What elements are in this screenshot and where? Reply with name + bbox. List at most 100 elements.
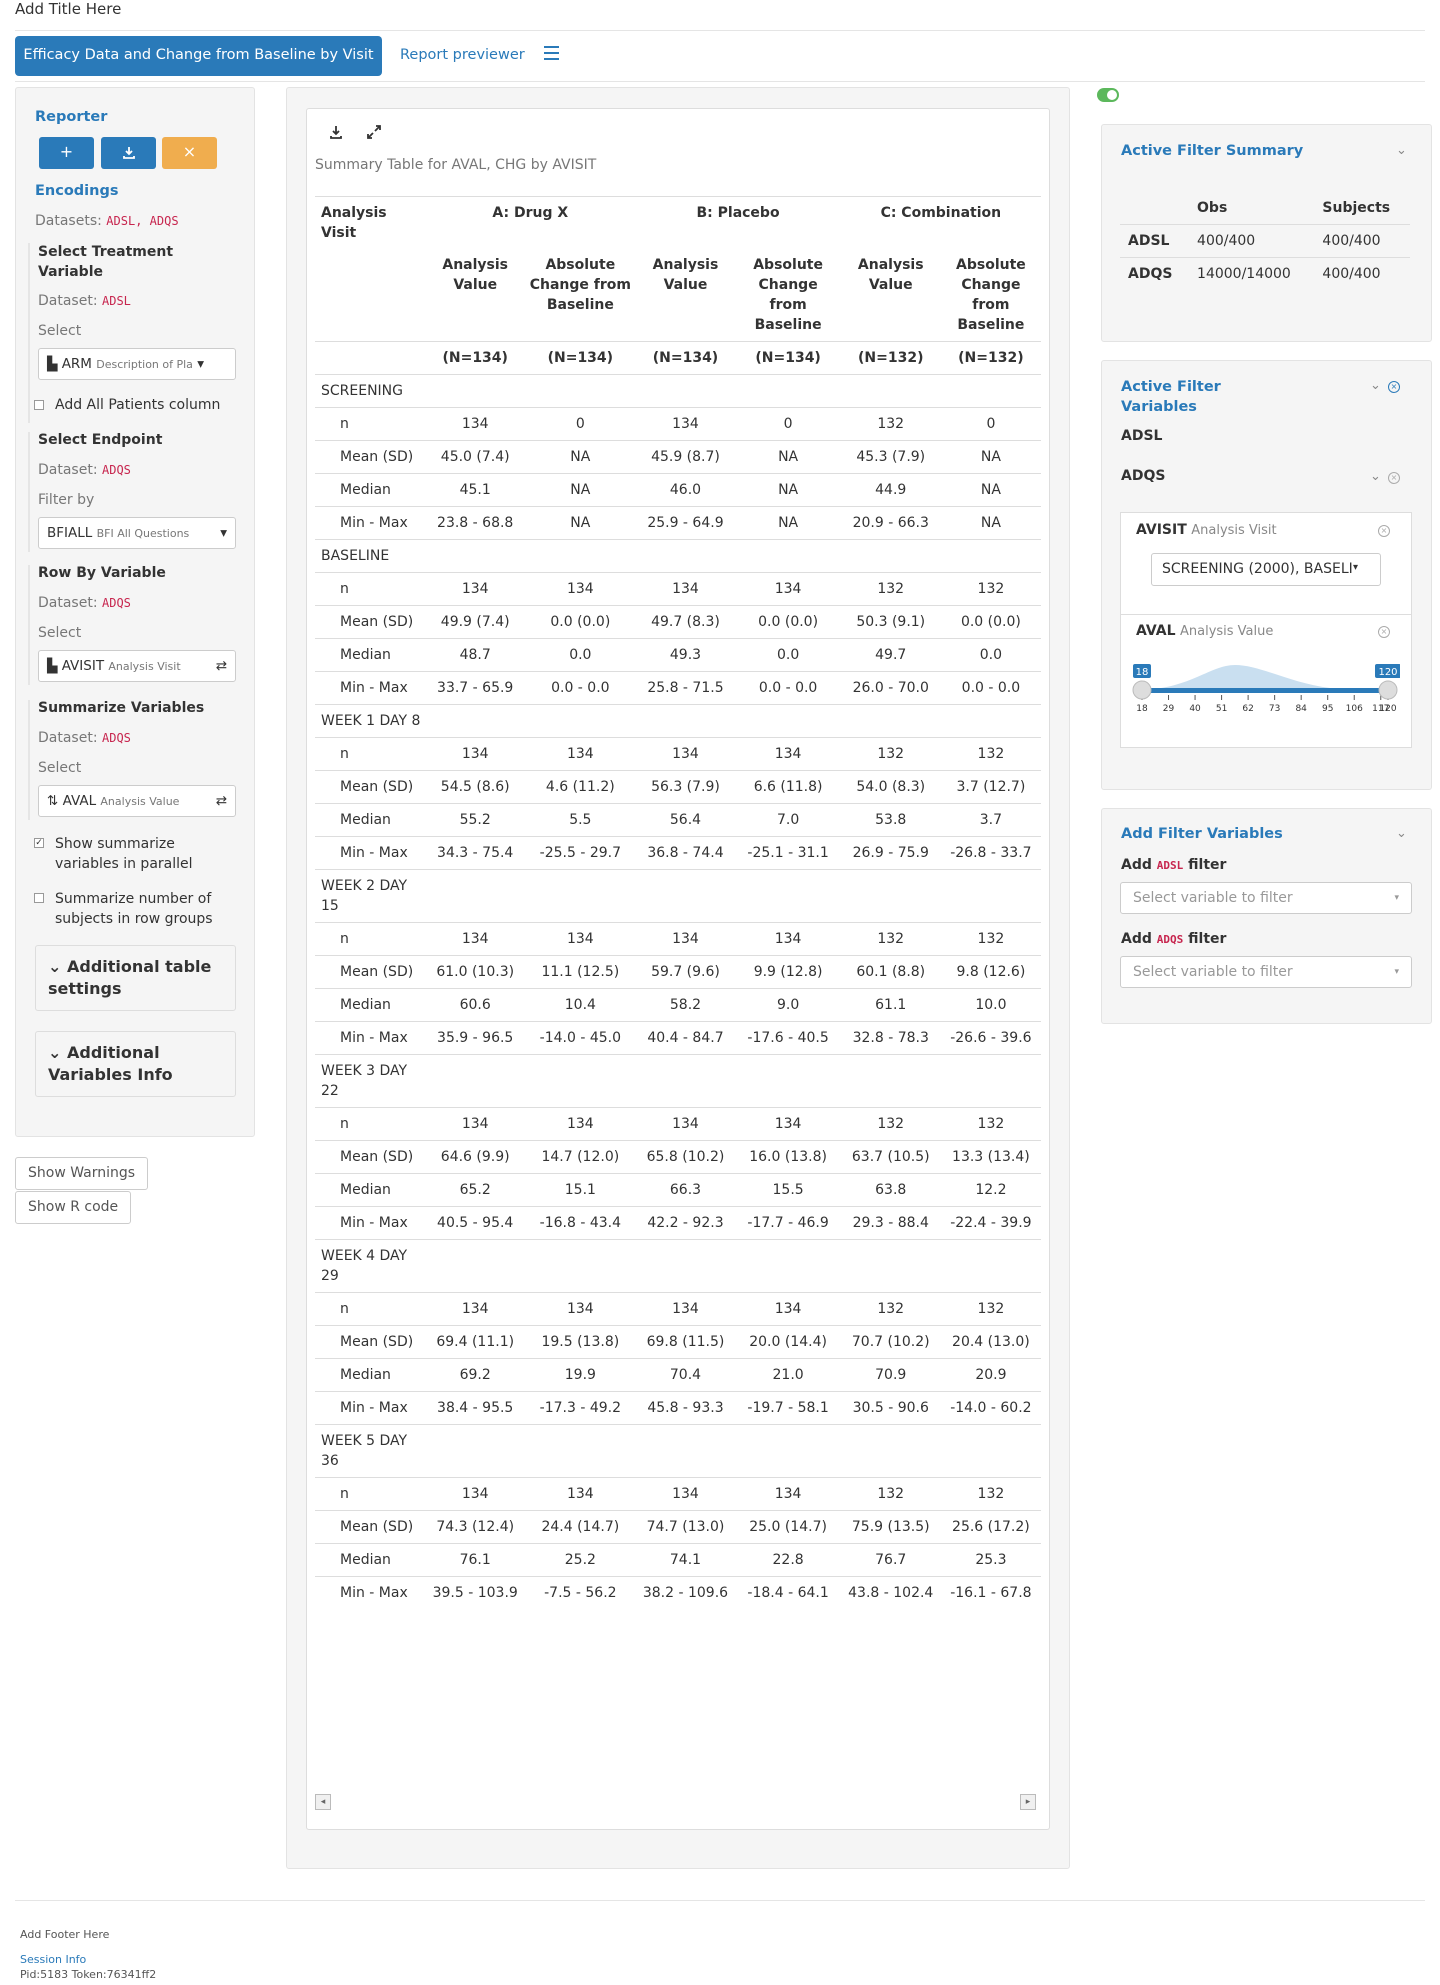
table-cell: 0.0 (0.0) bbox=[550, 614, 611, 630]
table-cell: 134 bbox=[774, 581, 802, 597]
caret-down-icon: ▾ bbox=[197, 356, 205, 372]
table-cell: 134 bbox=[672, 931, 699, 947]
empty-cell bbox=[736, 1055, 841, 1108]
chevron-down-icon[interactable]: ⌄ bbox=[1396, 143, 1407, 158]
table-cell: -22.4 - 39.9 bbox=[950, 1215, 1032, 1231]
arm-header: B: Placebo bbox=[696, 205, 780, 221]
pid-token: Pid:5183 Token:76341ff2 bbox=[20, 1968, 157, 1981]
download-icon[interactable] bbox=[328, 124, 344, 140]
toggle-icon[interactable] bbox=[1097, 88, 1119, 102]
table-cell: 75.9 (13.5) bbox=[851, 1519, 930, 1535]
table-cell: 30.5 - 90.6 bbox=[852, 1400, 929, 1416]
circle-x-icon[interactable]: × bbox=[1388, 472, 1400, 484]
add-card-button[interactable]: + bbox=[39, 137, 94, 169]
aval-desc: Analysis Value bbox=[1179, 624, 1274, 639]
additional-variables-accordion[interactable]: ⌄ Additional Variables Info bbox=[35, 1031, 236, 1097]
aval-range-slider[interactable]: 18 120 18 29 40 51 62 73 84 95 106 117120 bbox=[1130, 655, 1400, 725]
show-parallel-checkbox[interactable]: ✓ bbox=[34, 838, 44, 848]
obs-header: Obs bbox=[1197, 200, 1228, 216]
circle-x-icon[interactable]: × bbox=[1378, 626, 1390, 638]
circle-x-icon[interactable]: × bbox=[1378, 525, 1390, 537]
empty-cell bbox=[635, 870, 735, 923]
show-warnings-button[interactable]: Show Warnings bbox=[15, 1157, 149, 1190]
scroll-right-icon[interactable]: ▸ bbox=[1020, 1794, 1036, 1810]
circle-x-icon[interactable]: × bbox=[1388, 381, 1400, 393]
table-cell: 49.9 (7.4) bbox=[440, 614, 510, 630]
n-header: (N=132) bbox=[958, 350, 1024, 366]
table-cell: 39.5 - 103.9 bbox=[432, 1585, 518, 1601]
table-cell: 132 bbox=[977, 1301, 1005, 1317]
additional-table-settings-accordion[interactable]: ⌄ Additional table settings bbox=[35, 945, 236, 1011]
group-label: WEEK 4 DAY 29 bbox=[321, 1248, 408, 1284]
table-cell: 29.3 - 88.4 bbox=[852, 1215, 929, 1231]
stat-label: Mean (SD) bbox=[340, 964, 414, 980]
table-cell: 25.0 (14.7) bbox=[749, 1519, 827, 1535]
show-r-code-button[interactable]: Show R code bbox=[15, 1191, 132, 1224]
table-cell: 0.0 - 0.0 bbox=[961, 680, 1021, 696]
table-cell: 25.8 - 71.5 bbox=[647, 680, 724, 696]
stat-label: n bbox=[340, 581, 349, 597]
slider-tick-label: 73 bbox=[1269, 704, 1280, 714]
table-cell: 132 bbox=[877, 931, 905, 947]
tab-report-previewer[interactable]: Report previewer bbox=[400, 36, 525, 76]
chevron-down-icon[interactable]: ⌄ bbox=[1370, 378, 1381, 393]
table-cell: 20.0 (14.4) bbox=[749, 1334, 827, 1350]
summarize-select[interactable]: ⇅ AVAL Analysis Value ⇄ bbox=[38, 785, 236, 817]
filter-summary-title: Active Filter Summary bbox=[1121, 143, 1304, 159]
session-info-link[interactable]: Session Info bbox=[20, 1953, 156, 1966]
table-cell: -17.7 - 46.9 bbox=[747, 1215, 829, 1231]
group-label: WEEK 5 DAY 36 bbox=[321, 1433, 408, 1469]
empty-cell bbox=[841, 375, 941, 408]
card-divider bbox=[1120, 614, 1412, 615]
swap-icon[interactable]: ⇄ bbox=[216, 651, 227, 681]
table-cell: 66.3 bbox=[669, 1182, 702, 1198]
menu-icon[interactable] bbox=[544, 46, 559, 60]
tab-efficacy[interactable]: Efficacy Data and Change from Baseline b… bbox=[15, 36, 382, 76]
table-cell: 132 bbox=[977, 931, 1005, 947]
dataset-name: ADQS bbox=[1128, 266, 1173, 282]
chevron-down-icon[interactable]: ⌄ bbox=[1370, 469, 1381, 484]
adsl-filter-select[interactable]: Select variable to filter ▾ bbox=[1120, 882, 1412, 914]
add-all-patients-checkbox[interactable] bbox=[34, 400, 44, 410]
datasets-label: Datasets: ADSL, ADQS bbox=[35, 213, 179, 229]
table-cell: 0.0 (0.0) bbox=[758, 614, 819, 630]
scroll-left-icon[interactable]: ◂ bbox=[315, 1794, 331, 1810]
table-cell: 134 bbox=[774, 1116, 802, 1132]
empty-cell bbox=[425, 1425, 525, 1478]
row-by-select[interactable]: ▙ AVISIT Analysis Visit ⇄ bbox=[38, 650, 236, 682]
stat-label: Median bbox=[340, 812, 391, 828]
summarize-value-desc: Analysis Value bbox=[100, 795, 180, 808]
table-cell: -7.5 - 56.2 bbox=[544, 1585, 617, 1601]
table-cell: 63.7 (10.5) bbox=[851, 1149, 930, 1165]
table-cell: 132 bbox=[877, 416, 905, 432]
caret-down-icon: ▾ bbox=[1353, 562, 1359, 573]
summarize-number-checkbox[interactable] bbox=[34, 893, 44, 903]
chevron-down-icon[interactable]: ⌄ bbox=[1396, 826, 1407, 841]
table-cell: 42.2 - 92.3 bbox=[647, 1215, 724, 1231]
table-cell: 134 bbox=[672, 1486, 699, 1502]
download-report-button[interactable] bbox=[101, 137, 156, 169]
section-bar bbox=[28, 432, 30, 552]
avisit-select[interactable]: SCREENING (2000), BASELI bbox=[1151, 553, 1381, 586]
table-cell: 9.9 (12.8) bbox=[753, 964, 823, 980]
group-label: WEEK 3 DAY 22 bbox=[321, 1063, 408, 1099]
stat-label: n bbox=[340, 416, 349, 432]
stat-label: Median bbox=[340, 1367, 391, 1383]
table-cell: 132 bbox=[977, 581, 1005, 597]
table-cell: 69.2 bbox=[459, 1367, 491, 1383]
table-cell: 69.4 (11.1) bbox=[436, 1334, 515, 1350]
table-cell: 0.0 (0.0) bbox=[960, 614, 1021, 630]
empty-cell bbox=[635, 1240, 735, 1293]
swap-icon[interactable]: ⇄ bbox=[216, 786, 227, 816]
empty-cell bbox=[525, 870, 635, 923]
table-row: Mean (SD) 45.0 (7.4) NA 45.9 (8.7) NA 45.3 (7… bbox=[315, 440, 1041, 474]
adqs-filter-select[interactable]: Select variable to filter ▾ bbox=[1120, 956, 1412, 988]
table-row: Median 76.1 25.2 74.1 22.8 76.7 25.3 bbox=[315, 1543, 1041, 1577]
treatment-select[interactable]: ▙ ARM Description of Pla ▾ bbox=[38, 348, 236, 380]
reset-report-button[interactable]: × bbox=[162, 137, 217, 169]
endpoint-select[interactable]: BFIALL BFI All Questions ▾ bbox=[38, 517, 236, 549]
stat-label: Mean (SD) bbox=[340, 1149, 414, 1165]
n-header: (N=132) bbox=[858, 350, 924, 366]
expand-icon[interactable] bbox=[366, 124, 382, 140]
dataset-label: Dataset: bbox=[38, 595, 98, 611]
